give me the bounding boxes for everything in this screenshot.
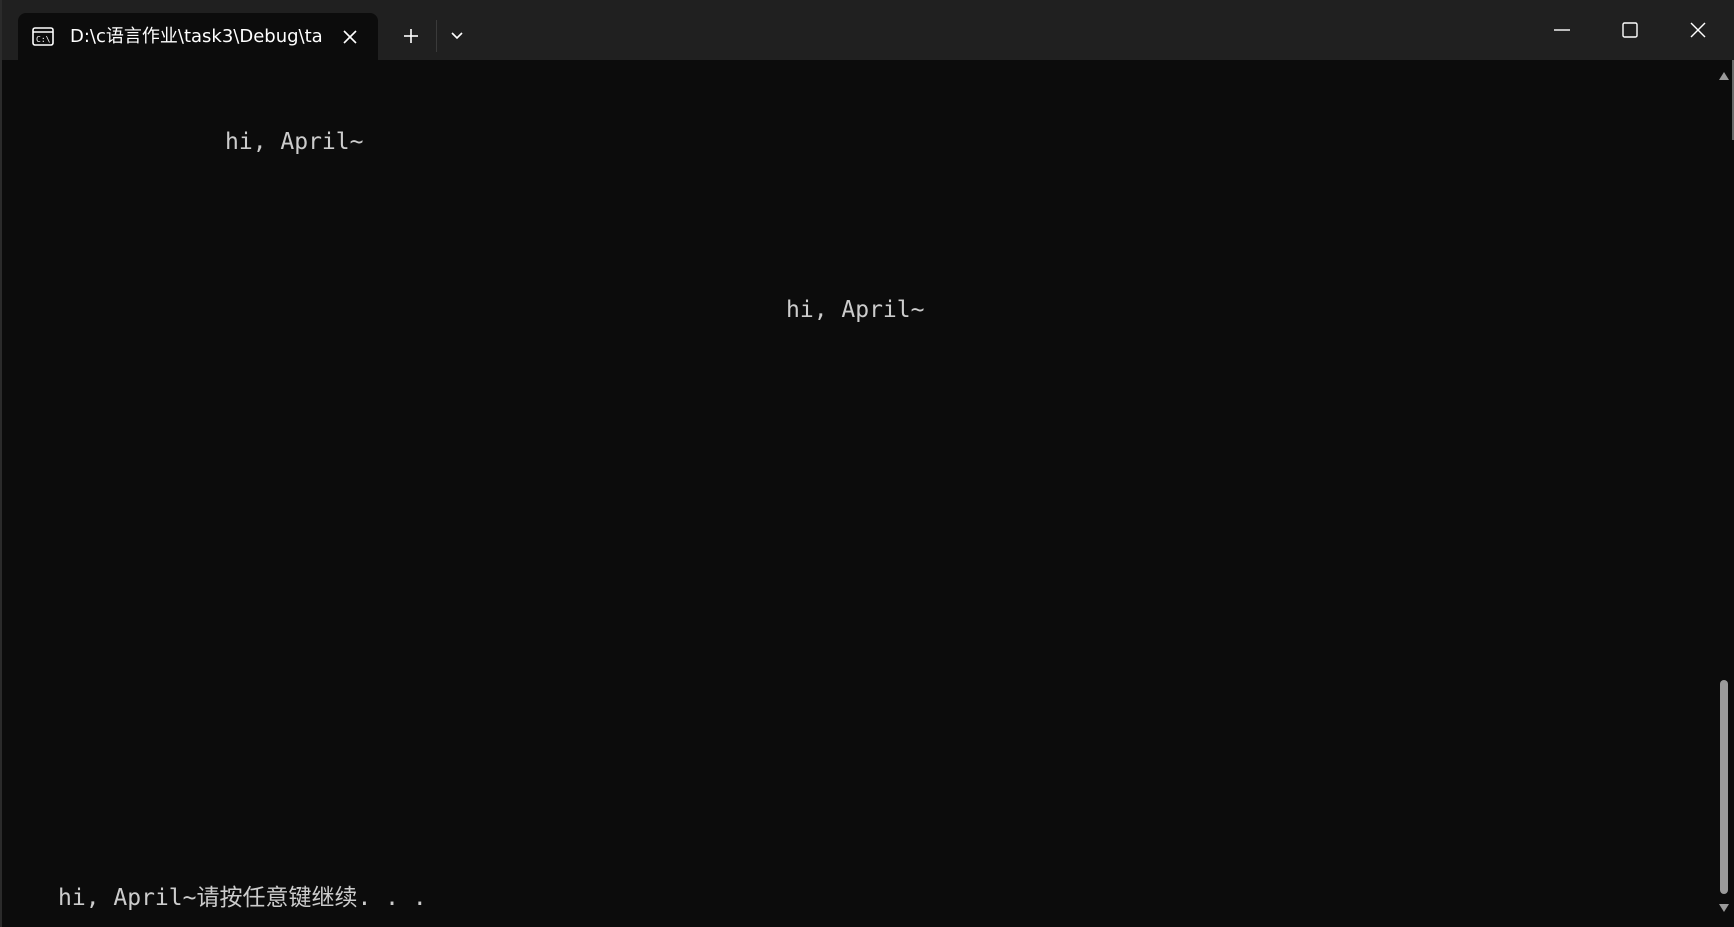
maximize-button[interactable]	[1596, 0, 1664, 60]
tab-dropdown-chevron-down-icon[interactable]	[442, 20, 472, 52]
maximize-icon	[1622, 22, 1638, 38]
tab-separator	[436, 20, 437, 52]
title-bar[interactable]: C:\ D:\c语言作业\task3\Debug\ta	[2, 0, 1734, 60]
output-line-2: hi, April~	[786, 297, 925, 323]
tab-active[interactable]: C:\ D:\c语言作业\task3\Debug\ta	[18, 13, 378, 60]
cmd-icon: C:\	[32, 27, 54, 46]
scroll-thumb[interactable]	[1720, 680, 1728, 894]
tab-title: D:\c语言作业\task3\Debug\ta	[70, 26, 323, 47]
vertical-scrollbar[interactable]	[1712, 60, 1734, 927]
close-window-button[interactable]	[1664, 0, 1732, 60]
terminal-output[interactable]: hi, April~ hi, April~ hi, April~请按任意键继续.…	[2, 60, 1712, 927]
terminal-window: C:\ D:\c语言作业\task3\Debug\ta hi, April~ h…	[0, 0, 1734, 927]
scroll-down-arrow-icon[interactable]	[1718, 902, 1730, 914]
new-tab-plus-icon[interactable]	[394, 20, 428, 52]
close-icon	[1690, 22, 1706, 38]
minimize-icon	[1554, 29, 1570, 31]
output-line-1: hi, April~	[225, 129, 364, 155]
output-line-3-prompt: hi, April~请按任意键继续. . .	[58, 885, 427, 911]
scroll-up-arrow-icon[interactable]	[1718, 70, 1730, 82]
svg-text:C:\: C:\	[36, 35, 51, 44]
minimize-button[interactable]	[1528, 0, 1596, 60]
tab-close-icon[interactable]	[338, 25, 362, 49]
